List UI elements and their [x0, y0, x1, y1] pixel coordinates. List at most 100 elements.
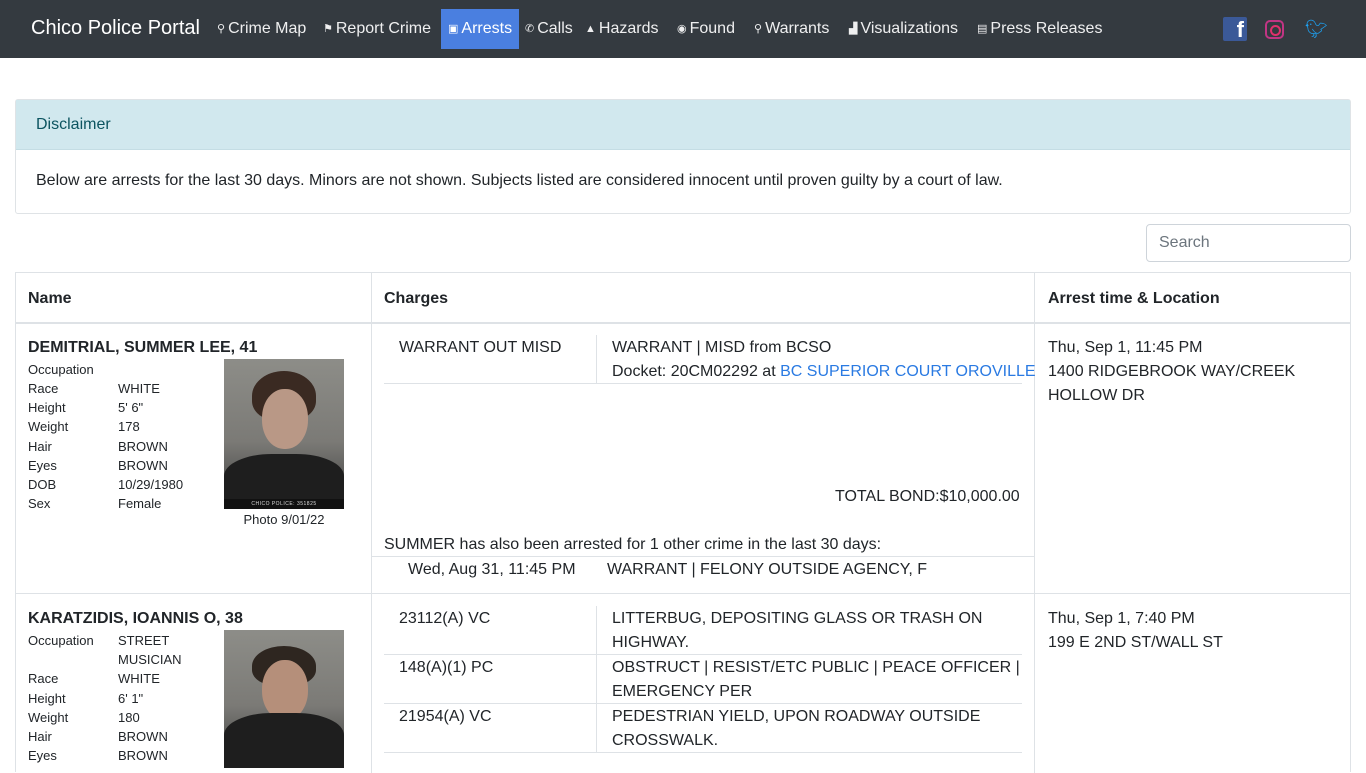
- race-label: Race: [28, 381, 59, 396]
- photo-id-strip: CHICO POLICE: 351825: [224, 499, 344, 509]
- header-charges[interactable]: Charges: [384, 290, 448, 308]
- height-label: Height: [28, 400, 66, 415]
- id-card-icon: ▣: [448, 23, 459, 35]
- other-arrests-divider: [371, 556, 1034, 557]
- charge-description: WARRANT | MISD from BCSO: [612, 339, 832, 356]
- charge-code: 23112(A) VC: [399, 610, 491, 627]
- dob-value: 10/29/1980: [118, 477, 184, 492]
- charge-description: LITTERBUG, DEPOSITING GLASS OR TRASH ON: [612, 610, 983, 627]
- nav-label: Visualizations: [860, 20, 959, 37]
- search-icon: ⚲: [754, 23, 763, 35]
- nav-label: Warrants: [765, 20, 830, 37]
- header-name[interactable]: Name: [28, 290, 72, 308]
- nav-arrests[interactable]: ▣ Arrests: [441, 9, 520, 49]
- charge-row-divider: [384, 703, 1022, 704]
- charge-description-cont: HIGHWAY.: [612, 634, 690, 651]
- weight-label: Weight: [28, 710, 69, 725]
- flag-icon: ⚑: [323, 23, 333, 35]
- arrest-time: Thu, Sep 1, 7:40 PM: [1048, 610, 1195, 627]
- court-link[interactable]: BC SUPERIOR COURT OROVILLE: [780, 363, 1035, 380]
- occupation-label: Occupation: [28, 633, 94, 648]
- charge-description: OBSTRUCT | RESIST/ETC PUBLIC | PEACE OFF…: [612, 659, 1020, 676]
- race-label: Race: [28, 671, 59, 686]
- nav-label: Arrests: [461, 20, 513, 37]
- occupation-value-cont: MUSICIAN: [118, 652, 182, 667]
- docket-text: Docket: 20CM02292 at: [612, 363, 781, 380]
- arrest-time: Thu, Sep 1, 11:45 PM: [1048, 339, 1203, 356]
- nav-label: Press Releases: [990, 20, 1103, 37]
- mugshot-photo[interactable]: CHICO POLICE: 351825: [224, 359, 344, 509]
- map-marker-icon: ⚲: [217, 23, 226, 35]
- dob-label: DOB: [28, 477, 57, 492]
- weight-value: 178: [118, 419, 140, 434]
- column-divider: [371, 273, 372, 773]
- person-name: DEMITRIAL, SUMMER LEE, 41: [28, 339, 258, 356]
- race-value: WHITE: [118, 671, 160, 686]
- charge-row-divider: [384, 752, 1022, 753]
- nav-found[interactable]: ◉ Found: [677, 9, 735, 49]
- chart-icon: ▟: [849, 23, 858, 35]
- charge-code: 148(A)(1) PC: [399, 659, 494, 676]
- charge-docket: Docket: 20CM02292 at BC SUPERIOR COURT O…: [612, 363, 1036, 381]
- arrest-location-cont: HOLLOW DR: [1048, 387, 1145, 404]
- arrest-location: 199 E 2ND ST/WALL ST: [1048, 634, 1223, 651]
- hair-value: BROWN: [118, 729, 168, 744]
- nav-label: Calls: [537, 20, 573, 37]
- charge-code: WARRANT OUT MISD: [399, 339, 562, 356]
- compass-icon: ◉: [677, 23, 687, 35]
- sex-value: Female: [118, 496, 162, 511]
- total-bond: TOTAL BOND:$10,000.00: [835, 488, 1020, 505]
- facebook-icon[interactable]: f: [1223, 17, 1247, 42]
- eyes-label: Eyes: [28, 458, 57, 473]
- arrest-location: 1400 RIDGEBROOK WAY/CREEK: [1048, 363, 1296, 380]
- weight-label: Weight: [28, 419, 69, 434]
- sex-label: Sex: [28, 496, 51, 511]
- photo-caption: Photo 9/01/22: [243, 512, 325, 527]
- instagram-icon[interactable]: [1265, 20, 1284, 39]
- newspaper-icon: ▤: [977, 23, 988, 35]
- charge-description-cont: EMERGENCY PER: [612, 683, 753, 700]
- charge-row-divider: [384, 383, 1022, 384]
- occupation-label: Occupation: [28, 362, 94, 377]
- charge-divider: [596, 606, 597, 752]
- nav-warrants[interactable]: ⚲ Warrants: [754, 9, 829, 49]
- other-arrest-charge: WARRANT | FELONY OUTSIDE AGENCY, F: [607, 561, 928, 578]
- search-input[interactable]: [1146, 224, 1351, 262]
- row-divider: [16, 593, 1350, 594]
- charge-code: 21954(A) VC: [399, 708, 492, 725]
- eyes-value: BROWN: [118, 748, 168, 763]
- nav-press-releases[interactable]: ▤ Press Releases: [977, 9, 1102, 49]
- other-arrest-time: Wed, Aug 31, 11:45 PM: [408, 561, 576, 578]
- hair-value: BROWN: [118, 439, 168, 454]
- nav-calls[interactable]: ✆ Calls: [525, 9, 573, 49]
- charge-description-cont: CROSSWALK.: [612, 732, 719, 749]
- phone-icon: ✆: [525, 23, 535, 35]
- charge-row-divider: [384, 654, 1022, 655]
- eyes-value: BROWN: [118, 458, 168, 473]
- nav-label: Crime Map: [228, 20, 307, 37]
- nav-hazards[interactable]: ▲ Hazards: [585, 9, 658, 49]
- top-navbar: Chico Police Portal ⚲ Crime Map ⚑ Report C…: [0, 0, 1366, 58]
- eyes-label: Eyes: [28, 748, 57, 763]
- nav-label: Hazards: [598, 20, 659, 37]
- person-name: KARATZIDIS, IOANNIS O, 38: [28, 610, 243, 627]
- header-divider: [16, 323, 1350, 324]
- disclaimer-card: Disclaimer Below are arrests for the las…: [15, 99, 1351, 214]
- charge-description: PEDESTRIAN YIELD, UPON ROADWAY OUTSIDE: [612, 708, 981, 725]
- header-arrest-time[interactable]: Arrest time & Location: [1048, 290, 1220, 308]
- warning-icon: ▲: [585, 23, 596, 35]
- other-arrests-note: SUMMER has also been arrested for 1 othe…: [384, 536, 882, 553]
- nav-label: Report Crime: [335, 20, 432, 37]
- brand-title[interactable]: Chico Police Portal: [31, 17, 200, 40]
- nav-visualizations[interactable]: ▟ Visualizations: [849, 9, 958, 49]
- column-divider: [1034, 273, 1035, 773]
- nav-crime-map[interactable]: ⚲ Crime Map: [217, 9, 306, 49]
- nav-report-crime[interactable]: ⚑ Report Crime: [323, 9, 431, 49]
- occupation-value: STREET: [118, 633, 170, 648]
- hair-label: Hair: [28, 729, 52, 744]
- weight-value: 180: [118, 710, 140, 725]
- disclaimer-title: Disclaimer: [16, 100, 1350, 150]
- mugshot-photo[interactable]: [224, 630, 344, 768]
- twitter-icon[interactable]: 🐦︎: [1305, 20, 1329, 44]
- disclaimer-text: Below are arrests for the last 30 days. …: [36, 172, 1003, 189]
